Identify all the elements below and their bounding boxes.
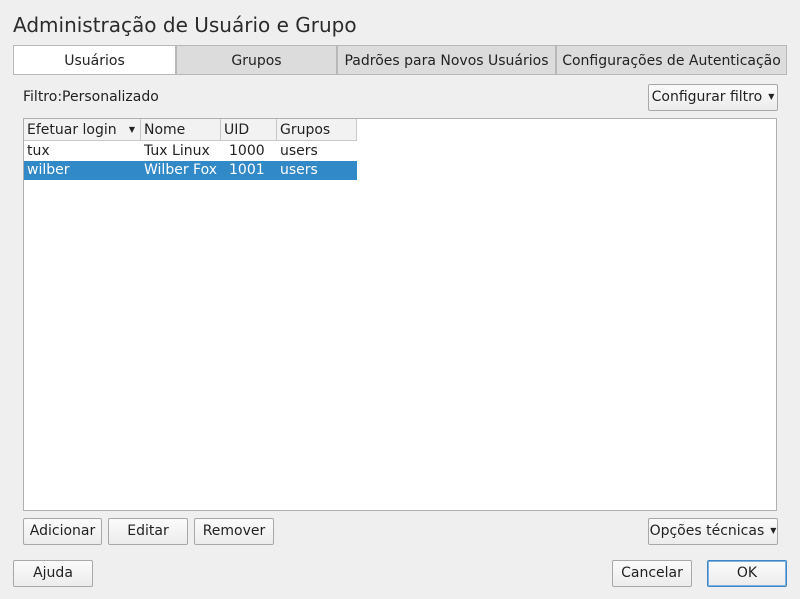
column-header-name-label: Nome bbox=[144, 122, 186, 138]
tab-authentication-settings-label: Configurações de Autenticação bbox=[562, 53, 781, 69]
cell-login: wilber bbox=[27, 162, 70, 178]
set-filter-button[interactable]: Configurar filtro ▼ bbox=[648, 84, 778, 111]
edit-button[interactable]: Editar bbox=[108, 518, 188, 545]
tab-groups[interactable]: Grupos bbox=[176, 45, 337, 74]
column-header-login[interactable]: Efetuar login ▼ bbox=[24, 119, 141, 141]
tab-groups-label: Grupos bbox=[231, 53, 282, 69]
table-row[interactable]: tux Tux Linux 1000 users bbox=[24, 142, 357, 161]
tab-users[interactable]: Usuários bbox=[13, 45, 176, 75]
add-button[interactable]: Adicionar bbox=[23, 518, 102, 545]
dropdown-arrow-icon: ▼ bbox=[768, 92, 775, 101]
tab-authentication-settings[interactable]: Configurações de Autenticação bbox=[556, 45, 787, 74]
cell-groups: users bbox=[280, 143, 318, 159]
remove-button[interactable]: Remover bbox=[194, 518, 274, 545]
expert-options-button[interactable]: Opções técnicas ▼ bbox=[648, 518, 778, 545]
table-row-selected[interactable]: wilber Wilber Fox 1001 users bbox=[24, 161, 357, 180]
help-button[interactable]: Ajuda bbox=[13, 560, 93, 587]
column-header-uid-label: UID bbox=[224, 122, 250, 138]
column-header-groups-label: Grupos bbox=[280, 122, 331, 138]
cell-uid: 1000 bbox=[229, 143, 265, 159]
tab-new-user-defaults[interactable]: Padrões para Novos Usuários bbox=[337, 45, 556, 74]
dropdown-arrow-icon: ▼ bbox=[770, 526, 777, 535]
column-header-login-label: Efetuar login bbox=[27, 122, 117, 138]
ok-button[interactable]: OK bbox=[707, 560, 787, 587]
users-table[interactable]: Efetuar login ▼ Nome UID Grupos tux Tux … bbox=[23, 118, 777, 511]
tab-divider bbox=[13, 74, 787, 75]
tab-users-label: Usuários bbox=[64, 53, 125, 69]
cell-name: Tux Linux bbox=[144, 143, 210, 159]
cell-groups: users bbox=[280, 162, 318, 178]
sort-descending-icon: ▼ bbox=[128, 125, 135, 134]
cell-uid: 1001 bbox=[229, 162, 265, 178]
filter-label: Filtro:Personalizado bbox=[23, 89, 159, 105]
cancel-button[interactable]: Cancelar bbox=[612, 560, 692, 587]
set-filter-button-label: Configurar filtro bbox=[651, 89, 763, 105]
table-header: Efetuar login ▼ Nome UID Grupos bbox=[24, 119, 357, 141]
cell-name: Wilber Fox bbox=[144, 162, 217, 178]
column-header-groups[interactable]: Grupos bbox=[277, 119, 357, 141]
cell-login: tux bbox=[27, 143, 50, 159]
expert-options-button-label: Opções técnicas bbox=[649, 523, 765, 539]
window-title: Administração de Usuário e Grupo bbox=[13, 13, 357, 37]
column-header-name[interactable]: Nome bbox=[141, 119, 221, 141]
column-header-uid[interactable]: UID bbox=[221, 119, 277, 141]
tab-new-user-defaults-label: Padrões para Novos Usuários bbox=[344, 53, 549, 69]
